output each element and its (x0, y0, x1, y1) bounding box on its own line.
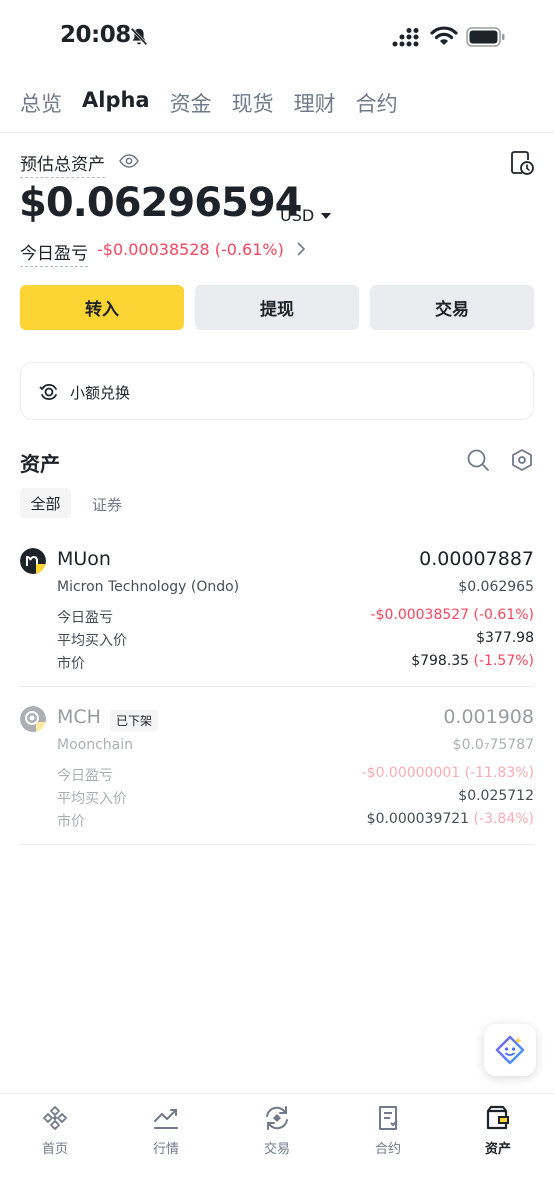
chevron-right-icon[interactable] (296, 242, 306, 256)
asset-quantity: 0.00007887 (419, 548, 534, 570)
muon-logo-icon (20, 548, 46, 574)
market-price-label: 市价 (57, 656, 85, 672)
asset-name: Micron Technology (Ondo) (57, 579, 240, 595)
small-convert-card[interactable]: 小额兑换 (20, 362, 534, 420)
asset-price-change: (-1.57%) (473, 653, 534, 669)
asset-symbol: MCH (57, 706, 101, 728)
asset-quantity: 0.001908 (443, 706, 534, 728)
nav-label: 首页 (41, 1142, 68, 1157)
asset-value: $0.0₇75787 (452, 737, 534, 753)
tab-futures[interactable]: 合约 (356, 88, 398, 118)
tab-earn[interactable]: 理财 (294, 88, 336, 118)
signal-icon (392, 28, 419, 47)
status-bar: 20:08 (0, 0, 554, 76)
bottom-nav: 首页 行情 交易 合约 资产 (0, 1093, 554, 1200)
asset-price-group: $0.000039721 (-3.84%) (367, 811, 534, 827)
avg-price-label: 平均买入价 (57, 633, 127, 649)
tab-alpha[interactable]: Alpha (82, 88, 150, 118)
small-convert-label: 小额兑换 (70, 384, 131, 402)
settings-hex-icon[interactable] (510, 448, 534, 472)
filter-all[interactable]: 全部 (20, 488, 71, 518)
home-icon (43, 1106, 67, 1130)
asset-pnl: -$0.00038527 (-0.61%) (370, 607, 534, 623)
tab-funding[interactable]: 资金 (170, 88, 212, 118)
today-pnl-value[interactable]: -$0.00038528 (-0.61%) (97, 240, 284, 259)
divider (0, 132, 554, 133)
trade-swap-icon (266, 1106, 288, 1130)
avg-price-label: 平均买入价 (57, 791, 127, 807)
market-price-label: 市价 (57, 814, 85, 830)
asset-price-group: $798.35 (-1.57%) (411, 653, 534, 669)
currency-selector[interactable]: USD (280, 206, 314, 225)
estimated-assets-label[interactable]: 预估总资产 (20, 150, 105, 178)
caret-down-icon[interactable] (321, 213, 331, 219)
asset-price: $798.35 (411, 653, 470, 669)
wifi-icon (430, 26, 458, 45)
futures-document-icon (379, 1106, 398, 1130)
search-icon[interactable] (466, 448, 490, 472)
nav-trade[interactable]: 交易 (237, 1104, 317, 1157)
nav-label: 交易 (263, 1142, 290, 1157)
wallet-icon (486, 1105, 509, 1130)
asset-name: Moonchain (57, 737, 133, 753)
deposit-button[interactable]: 转入 (20, 285, 184, 330)
withdraw-button[interactable]: 提现 (195, 285, 359, 330)
asset-value: $0.062965 (458, 579, 534, 595)
nav-label: 资产 (484, 1142, 511, 1157)
nav-futures[interactable]: 合约 (348, 1104, 428, 1157)
convert-icon (39, 383, 57, 401)
history-icon[interactable] (509, 150, 535, 176)
asset-pnl: -$0.00000001 (-11.83%) (361, 765, 534, 781)
tab-overview[interactable]: 总览 (20, 88, 62, 118)
asset-row-mch[interactable]: MCH 已下架 0.001908 Moonchain $0.0₇75787 今日… (20, 704, 534, 845)
asset-avg-price: $377.98 (476, 630, 534, 646)
moonchain-logo-icon (20, 706, 46, 732)
trade-button[interactable]: 交易 (370, 285, 534, 330)
asset-price: $0.000039721 (366, 811, 470, 827)
asset-symbol: MUon (57, 548, 111, 570)
tab-spot[interactable]: 现货 (232, 88, 274, 118)
nav-home[interactable]: 首页 (15, 1104, 95, 1157)
total-balance: $0.06296594 (19, 180, 303, 226)
eye-icon[interactable] (119, 153, 139, 169)
ai-assistant-button[interactable] (484, 1024, 536, 1076)
assistant-face-icon (495, 1035, 525, 1065)
delisted-badge: 已下架 (110, 710, 159, 731)
battery-icon (466, 27, 505, 47)
today-pnl-label[interactable]: 今日盈亏 (20, 239, 88, 267)
status-time: 20:08 (60, 22, 131, 48)
asset-price-change: (-3.84%) (473, 811, 534, 827)
nav-assets[interactable]: 资产 (458, 1104, 538, 1157)
asset-row-muon[interactable]: MUon 0.00007887 Micron Technology (Ondo)… (20, 546, 534, 687)
pnl-label: 今日盈亏 (57, 610, 113, 626)
nav-label: 行情 (152, 1142, 179, 1157)
nav-markets[interactable]: 行情 (126, 1104, 206, 1157)
nav-label: 合约 (374, 1142, 401, 1157)
bell-muted-icon (130, 27, 148, 46)
markets-chart-icon (154, 1109, 178, 1129)
pnl-label: 今日盈亏 (57, 768, 113, 784)
filter-securities[interactable]: 证券 (92, 494, 122, 515)
account-tabs: 总览 Alpha 资金 现货 理财 合约 (20, 88, 418, 118)
asset-avg-price: $0.025712 (458, 788, 534, 804)
assets-title: 资产 (20, 452, 60, 476)
